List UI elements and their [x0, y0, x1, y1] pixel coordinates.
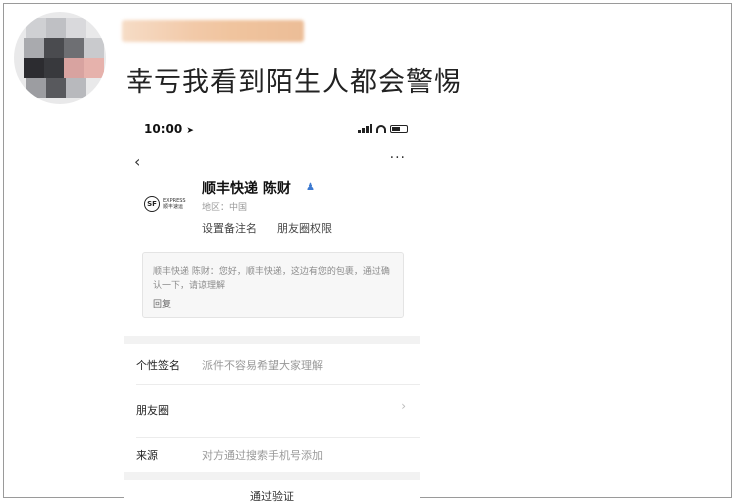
source-label: 来源: [136, 449, 158, 462]
status-icons: [358, 124, 408, 133]
moments-permission-link[interactable]: 朋友圈权限: [277, 220, 332, 236]
divider: [136, 384, 420, 385]
set-remark-link[interactable]: 设置备注名: [202, 220, 257, 236]
signal-icon: [358, 124, 372, 133]
post-text: 幸亏我看到陌生人都会警惕: [126, 67, 462, 98]
back-icon[interactable]: ‹: [134, 152, 140, 171]
embedded-screenshot: 10:00 ➤ ‹ ··· SF EXPRESS 顺丰速运 顺丰快递 陈财 ♟ …: [124, 114, 420, 504]
section-gap: [124, 336, 420, 344]
location-arrow-icon: ➤: [186, 126, 194, 136]
verify-button[interactable]: 通过验证: [124, 488, 420, 504]
wifi-icon: [376, 124, 386, 133]
greeting-message-box: 顺丰快递 陈财：您好，顺丰快递，这边有您的包裹，通过确认一下，请谅理解 回复: [142, 252, 404, 318]
section-gap: [124, 472, 420, 480]
avatar[interactable]: [14, 12, 106, 104]
contact-region: 地区：中国: [202, 203, 248, 213]
contact-name: 顺丰快递 陈财: [202, 181, 291, 197]
sf-express-logo: SF EXPRESS 顺丰速运: [144, 196, 186, 212]
sf-logo-line2: 顺丰速运: [163, 204, 184, 210]
signature-row: 个性签名 派件不容易希望大家理解: [124, 344, 420, 384]
signature-value: 派件不容易希望大家理解: [202, 359, 323, 372]
person-icon: ♟: [306, 182, 315, 193]
greeting-text: 顺丰快递 陈财：您好，顺丰快递，这边有您的包裹，通过确认一下，请谅理解: [153, 267, 390, 291]
source-row: 来源 对方通过搜索手机号添加: [124, 434, 420, 474]
more-icon[interactable]: ···: [390, 150, 406, 166]
source-value: 对方通过搜索手机号添加: [202, 449, 323, 462]
sf-logo-mark: SF: [144, 196, 160, 212]
chevron-right-icon: ›: [401, 399, 406, 413]
blurred-username[interactable]: [122, 20, 304, 42]
reply-link[interactable]: 回复: [153, 297, 171, 310]
signature-label: 个性签名: [136, 359, 180, 372]
post-card: 幸亏我看到陌生人都会警惕 10:00 ➤ ‹ ··· SF EXPRESS 顺丰…: [3, 3, 732, 504]
battery-icon: [390, 124, 408, 133]
moments-label: 朋友圈: [136, 404, 169, 417]
status-time: 10:00 ➤: [144, 122, 194, 136]
moments-row[interactable]: 朋友圈 ›: [124, 389, 420, 429]
